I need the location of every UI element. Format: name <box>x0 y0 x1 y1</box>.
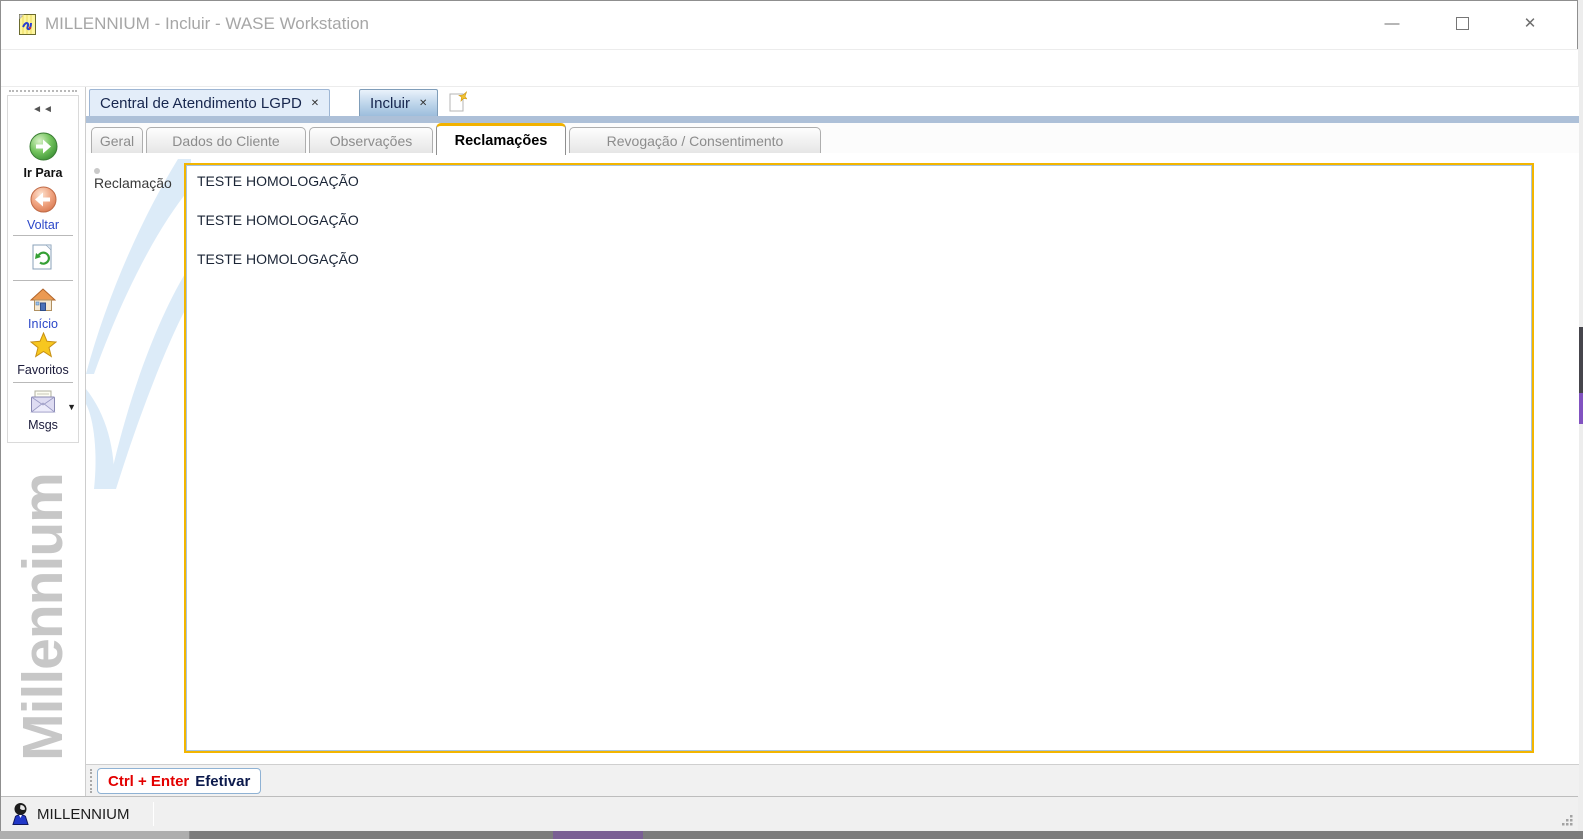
footer-drag-grip[interactable] <box>90 769 92 793</box>
tab-incluir[interactable]: Incluir ✕ <box>359 89 439 116</box>
taskbar-strip <box>0 831 190 839</box>
msgs-dropdown-icon[interactable]: ▼ <box>67 402 76 412</box>
subtab-dados-do-cliente[interactable]: Dados do Cliente <box>146 127 306 154</box>
tab-central-de-atendimento-lgpd[interactable]: Central de Atendimento LGPD ✕ <box>89 89 331 116</box>
maximize-icon <box>1455 16 1469 30</box>
sidebar-icon-panel: ◄◄ Ir Para Voltar Início Favoritos Msgs … <box>7 95 79 443</box>
millennium-logo-watermark <box>86 159 191 489</box>
efetivar-label: Efetivar <box>195 772 251 790</box>
window-title: MILLENNIUM - Incluir - WASE Workstation <box>45 14 370 33</box>
taskbar-strip <box>0 831 1583 839</box>
resize-grip[interactable] <box>1559 812 1574 827</box>
status-username: MILLENNIUM <box>37 806 130 823</box>
sidebar-item-refresh[interactable] <box>8 244 78 276</box>
reclamacao-textarea[interactable]: TESTE HOMOLOGAÇÃO TESTE HOMOLOGAÇÃO TEST… <box>186 165 1532 751</box>
sidebar-drag-grip[interactable] <box>9 90 77 92</box>
go-forward-icon <box>29 132 57 161</box>
app-window: MILLENNIUM - Incluir - WASE Workstation … <box>0 0 1579 831</box>
main-tab-bar: Central de Atendimento LGPD ✕ Incluir ✕ <box>86 87 1579 116</box>
shortcut-hint: Ctrl + Enter <box>108 772 190 790</box>
tab-bar-band <box>86 116 1579 123</box>
minimize-icon: — <box>1384 14 1400 32</box>
tab-close-icon[interactable]: ✕ <box>419 98 427 109</box>
menu-bar: Navegador Ir Favoritos Janelas (1) ↓ <box>1 49 1578 132</box>
new-tab-icon[interactable] <box>449 91 467 112</box>
status-bar: MILLENNIUM <box>1 796 1578 831</box>
field-label: Reclamação <box>94 175 172 191</box>
subtab-reclamacoes-active[interactable]: Reclamações <box>436 123 566 155</box>
tab-close-icon[interactable]: ✕ <box>311 98 319 109</box>
sidebar-item-voltar[interactable]: Voltar <box>8 186 78 232</box>
maximize-button[interactable] <box>1433 1 1491 45</box>
collapse-sidebar-button[interactable]: ◄◄ <box>8 104 78 115</box>
close-button[interactable]: ✕ <box>1501 1 1559 45</box>
sidebar-separator <box>13 382 73 383</box>
footer-toolbar: Ctrl + Enter Efetivar <box>86 764 1579 796</box>
minimize-button[interactable]: — <box>1363 1 1421 45</box>
taskbar-strip <box>553 831 643 839</box>
efetivar-button[interactable]: Ctrl + Enter Efetivar <box>97 768 262 794</box>
subtab-revogacao-consentimento[interactable]: Revogação / Consentimento <box>569 127 821 154</box>
sub-tab-bar: Geral Dados do Cliente Observações Recla… <box>86 123 1579 155</box>
millennium-watermark: Millennium <box>11 473 75 761</box>
close-icon: ✕ <box>1523 15 1537 32</box>
subtab-geral[interactable]: Geral <box>91 127 143 154</box>
star-icon <box>29 331 57 358</box>
title-bar: MILLENNIUM - Incluir - WASE Workstation … <box>1 1 1577 49</box>
sidebar-item-inicio[interactable]: Início <box>8 288 78 331</box>
sidebar-item-favoritos[interactable]: Favoritos <box>8 331 78 377</box>
sidebar-item-ir-para[interactable]: Ir Para <box>8 132 78 180</box>
home-icon <box>29 288 57 311</box>
messages-envelope-icon <box>30 390 56 413</box>
sidebar: ◄◄ Ir Para Voltar Início Favoritos Msgs … <box>1 87 86 796</box>
required-indicator-dot <box>94 168 100 174</box>
go-back-icon <box>30 186 56 213</box>
sidebar-separator <box>13 235 73 236</box>
refresh-page-icon <box>32 244 52 270</box>
content-panel: Reclamação TESTE HOMOLOGAÇÃO TESTE HOMOL… <box>86 153 1579 764</box>
user-icon <box>12 803 29 825</box>
sidebar-separator <box>13 280 73 281</box>
status-separator <box>153 802 154 826</box>
subtab-observacoes[interactable]: Observações <box>309 127 433 154</box>
collapse-arrows-icon: ◄◄ <box>32 104 54 115</box>
app-icon <box>19 14 36 35</box>
